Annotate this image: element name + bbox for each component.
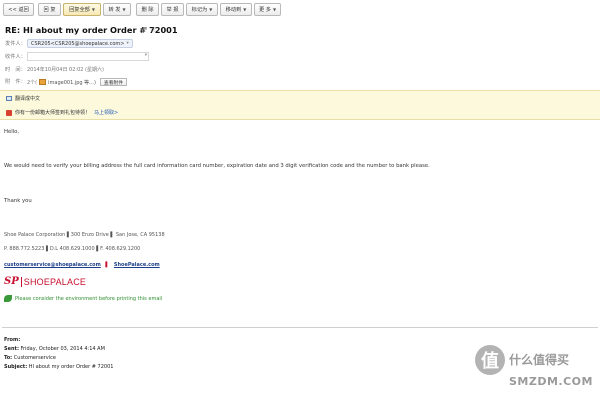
- body-paragraph: We would need to verify your billing add…: [4, 163, 430, 169]
- leaf-icon: [4, 295, 12, 302]
- move-to-label: 移动到: [225, 7, 242, 13]
- fwd-to-value: Customerservice: [13, 355, 56, 361]
- chevron-down-icon: ▾: [126, 41, 129, 46]
- reply-all-label: 回复全部: [69, 7, 90, 13]
- flag-icon[interactable]: [143, 27, 147, 33]
- recipient-field[interactable]: ▾: [27, 52, 149, 61]
- translate-row[interactable]: 翻译成中文: [6, 95, 40, 102]
- logo-divider: [20, 276, 22, 287]
- fwd-sent-value: Friday, October 03, 2014 4:14 AM: [20, 346, 105, 352]
- from-label: 发件人：: [5, 41, 26, 47]
- mark-as-label: 标记为: [191, 7, 208, 13]
- chevron-down-icon: ▼: [91, 7, 95, 12]
- chevron-down-icon: ▼: [209, 7, 213, 12]
- watermark-cn: 什么值得买: [509, 353, 570, 367]
- translate-link[interactable]: 翻译成中文: [15, 95, 40, 102]
- chevron-down-icon: ▼: [272, 7, 277, 12]
- mail-toolbar: << 返回 回 复 回复全部 ▼ 转 发 ▼ 删 除 举 报 标记为 ▼ 移动到…: [0, 0, 600, 20]
- attachment-count: 2个(: [27, 79, 38, 86]
- fwd-sent: Sent: Friday, October 03, 2014 4:14 AM: [4, 346, 105, 352]
- logo-text: SHOEPALACE: [23, 276, 87, 287]
- fwd-subject-value: HI about my order Order # 72001: [28, 364, 114, 370]
- attachment-name[interactable]: image001.jpg 等...): [48, 79, 96, 86]
- shoepalace-logo: SP SHOEPALACE: [4, 276, 86, 287]
- notice-band: 翻译成中文 你有一份邮箱大师签到礼包待领！ 马上领取>: [0, 90, 600, 120]
- greeting: Hello,: [4, 129, 20, 135]
- divider: [2, 327, 598, 328]
- forward-label: 转 发: [108, 7, 121, 13]
- report-button[interactable]: 举 报: [161, 3, 184, 16]
- chevron-down-icon: ▾: [144, 53, 147, 58]
- sender-address: CSR205<CSR205@shoepalace.com>: [31, 40, 125, 47]
- more-label: 更 多: [258, 7, 271, 13]
- attachment-label: 附 件：: [5, 79, 26, 85]
- image-file-icon: [39, 79, 47, 85]
- view-attachments-button[interactable]: 查看附件: [99, 78, 128, 86]
- promo-link[interactable]: 马上领取>: [94, 109, 118, 116]
- promo-text: 你有一份邮箱大师签到礼包待领！: [15, 110, 91, 116]
- star-icon[interactable]: ☆: [150, 26, 156, 34]
- fwd-subject: Subject: HI about my order Order # 72001: [4, 364, 113, 370]
- reply-all-button[interactable]: 回复全部 ▼: [63, 3, 101, 16]
- time-label: 时 间：: [5, 67, 26, 73]
- eco-notice: Please consider the environment before p…: [4, 295, 162, 302]
- translate-icon: [6, 96, 12, 101]
- email-link[interactable]: customerservice@shoepalace.com: [4, 262, 101, 268]
- mail-date: 2014年10月04日 02:02 (星期六): [27, 67, 104, 73]
- delete-button[interactable]: 删 除: [136, 3, 159, 16]
- fwd-from-label: From:: [4, 337, 21, 343]
- forward-button[interactable]: 转 发 ▼: [103, 3, 131, 16]
- thanks: Thank you: [4, 198, 32, 204]
- fwd-subject-label: Subject:: [4, 364, 28, 370]
- gift-icon: [6, 109, 12, 116]
- logo-mark: SP: [4, 276, 19, 287]
- promo-row: 你有一份邮箱大师签到礼包待领！ 马上领取>: [6, 109, 118, 116]
- site-watermark: 值 什么值得买 SMZDM.COM: [475, 345, 600, 393]
- watermark-en: SMZDM.COM: [509, 375, 593, 388]
- mark-as-button[interactable]: 标记为 ▼: [186, 3, 218, 16]
- fwd-from: From:: [4, 337, 20, 343]
- sender-chip[interactable]: CSR205<CSR205@shoepalace.com> ▾: [27, 39, 133, 48]
- reply-button[interactable]: 回 复: [38, 3, 61, 16]
- more-button[interactable]: 更 多 ▼: [254, 3, 281, 16]
- attachment-row: 2个( image001.jpg 等...) 查看附件: [27, 78, 128, 86]
- link-separator: ▌: [105, 262, 110, 268]
- signature-address: Shoe Palace Corporation ▌300 Enzo Drive …: [4, 232, 165, 238]
- eco-text: Please consider the environment before p…: [15, 295, 163, 302]
- to-label: 收件人：: [5, 54, 26, 60]
- fwd-sent-label: Sent:: [4, 346, 19, 352]
- back-button[interactable]: << 返回: [3, 3, 34, 16]
- site-link[interactable]: ShoePalace.com: [114, 262, 160, 268]
- chevron-down-icon: ▼: [122, 7, 126, 12]
- signature-phones: P. 888.772.5223 ▌D.L 408.629.1000 ▌F. 40…: [4, 246, 141, 252]
- chevron-down-icon: ▼: [243, 7, 247, 12]
- watermark-logo: 值: [475, 345, 505, 375]
- move-to-button[interactable]: 移动到 ▼: [220, 3, 252, 16]
- signature-links: customerservice@shoepalace.com ▌ ShoePal…: [4, 262, 160, 268]
- fwd-to: To: Customerservice: [4, 355, 56, 361]
- fwd-to-label: To:: [4, 355, 13, 361]
